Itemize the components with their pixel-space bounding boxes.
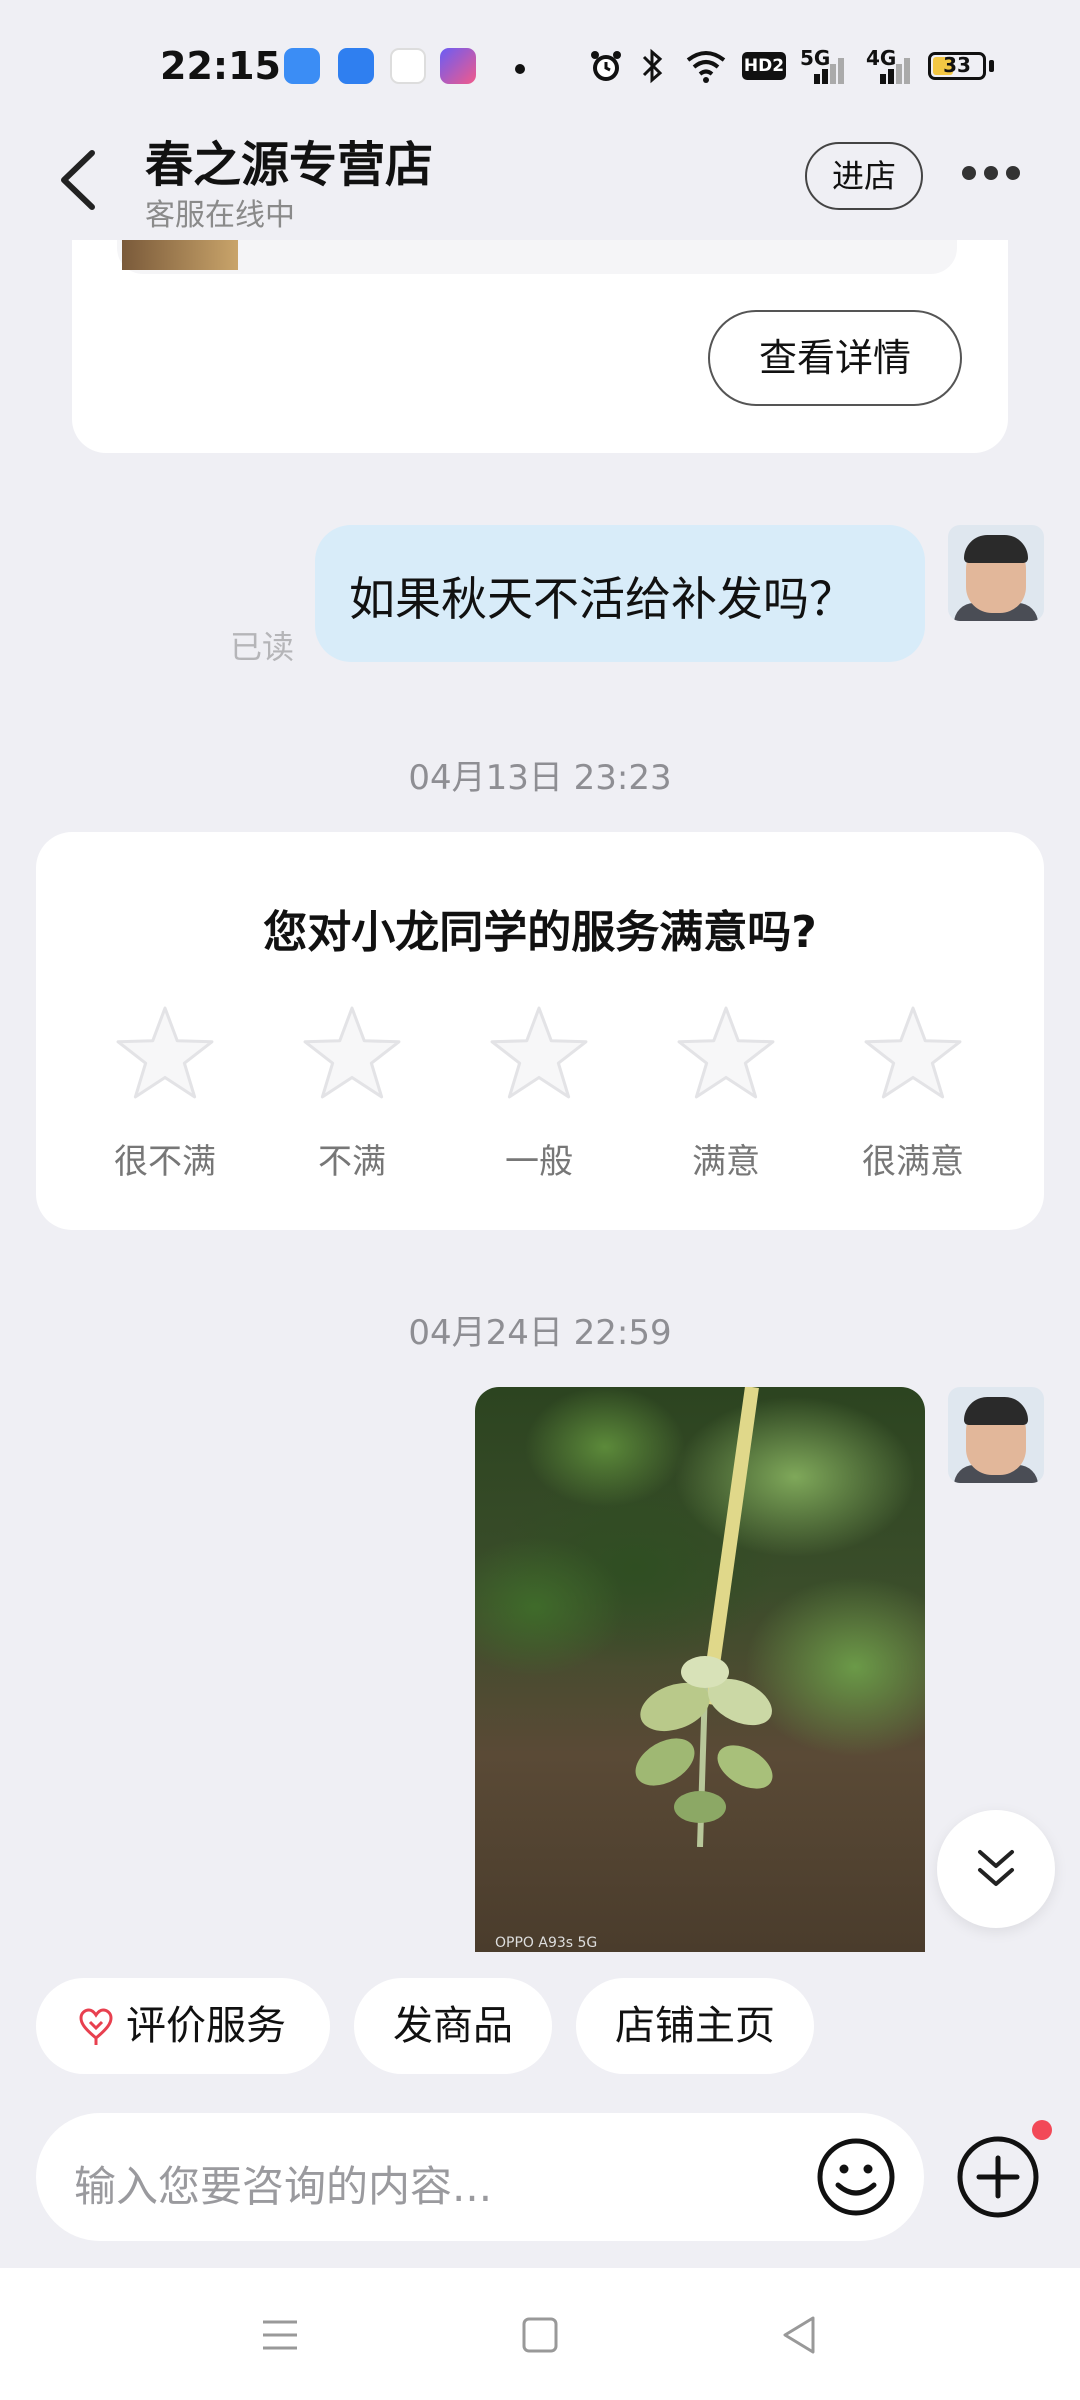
rate-heart-icon: [79, 2008, 113, 2045]
menu-icon[interactable]: [255, 2310, 305, 2360]
rating-question: 您对小龙同学的服务满意吗?: [263, 907, 817, 958]
message-timestamp: 04月24日 22:59: [408, 1313, 672, 1353]
star-icon: [864, 1006, 962, 1099]
rating-label: 不满: [318, 1142, 386, 1182]
read-receipt: 已读: [230, 628, 295, 666]
rating-label: 很不满: [114, 1142, 216, 1182]
status-bar: 22:15 HD2 5G 4G 33: [0, 0, 1080, 130]
message-text: 如果秋天不活给补发吗？: [349, 572, 855, 626]
sent-photo-message[interactable]: OPPO A93s 5G: [475, 1387, 925, 1952]
rating-option-very-dissatisfied[interactable]: 很不满: [95, 1004, 235, 1183]
product-card: 查看详情: [72, 240, 1008, 453]
bluetooth-icon: [642, 48, 663, 84]
emoji-icon[interactable]: [816, 2137, 896, 2217]
message-input-field[interactable]: 输入您要咨询的内容...: [36, 2113, 924, 2241]
scroll-to-bottom-button[interactable]: [937, 1810, 1055, 1928]
outgoing-message[interactable]: 如果秋天不活给补发吗？: [315, 525, 925, 662]
rating-option-very-satisfied[interactable]: 很满意: [843, 1004, 983, 1183]
hd-voice-icon: HD2: [742, 52, 786, 80]
rating-option-satisfied[interactable]: 满意: [656, 1004, 796, 1183]
message-timestamp: 04月13日 23:23: [408, 758, 672, 798]
notification-badge: [1032, 2120, 1052, 2140]
add-attachment-icon[interactable]: [955, 2134, 1041, 2220]
star-icon: [116, 1006, 214, 1099]
input-placeholder: 输入您要咨询的内容...: [74, 2162, 493, 2211]
wifi-icon: [686, 51, 726, 83]
more-options-icon[interactable]: [962, 165, 1032, 189]
chip-label: 评价服务: [126, 2003, 286, 2049]
user-avatar[interactable]: [948, 525, 1044, 621]
status-time: 22:15: [160, 44, 281, 88]
files-app-icon: [338, 48, 374, 84]
star-icon: [677, 1006, 775, 1099]
user-avatar[interactable]: [948, 1387, 1044, 1483]
battery-icon: 33: [928, 52, 986, 80]
signal-icon-2: [880, 58, 910, 84]
service-rating-card: 您对小龙同学的服务满意吗? 很不满 不满 一般 满意 很满意: [36, 832, 1044, 1230]
photo-watermark: OPPO A93s 5G: [495, 1935, 598, 1951]
service-status: 客服在线中: [145, 198, 295, 233]
chat-header: 春之源专营店 客服在线中 进店: [0, 115, 1080, 240]
home-square-icon[interactable]: [515, 2310, 565, 2360]
weather-app-icon: [284, 48, 320, 84]
search-app-icon: [390, 48, 426, 84]
rating-label: 满意: [692, 1142, 760, 1182]
chevron-double-down-icon: [978, 1850, 1014, 1886]
shop-home-chip[interactable]: 店铺主页: [576, 1978, 814, 2074]
rating-label: 很满意: [862, 1142, 964, 1182]
enter-shop-button[interactable]: 进店: [805, 142, 923, 210]
rating-option-dissatisfied[interactable]: 不满: [282, 1004, 422, 1183]
rating-option-neutral[interactable]: 一般: [469, 1004, 609, 1183]
assistant-app-icon: [440, 48, 476, 84]
view-details-button[interactable]: 查看详情: [708, 310, 962, 406]
back-triangle-icon[interactable]: [775, 2310, 825, 2360]
star-icon: [490, 1006, 588, 1099]
rate-service-chip[interactable]: 评价服务: [36, 1978, 330, 2074]
battery-level: 33: [943, 53, 971, 77]
product-summary[interactable]: [117, 240, 957, 274]
back-arrow-icon[interactable]: [52, 145, 112, 215]
alarm-icon: [591, 51, 621, 81]
send-product-chip[interactable]: 发商品: [354, 1978, 552, 2074]
star-icon: [303, 1006, 401, 1099]
rating-label: 一般: [505, 1142, 573, 1182]
system-navigation-bar: [0, 2268, 1080, 2400]
notification-dot: [515, 64, 525, 74]
product-thumbnail: [122, 240, 238, 270]
plant-seedling-image: [635, 1656, 773, 1847]
signal-icon: [814, 58, 844, 84]
shop-name[interactable]: 春之源专营店: [145, 125, 433, 195]
battery-tip: [989, 60, 994, 72]
